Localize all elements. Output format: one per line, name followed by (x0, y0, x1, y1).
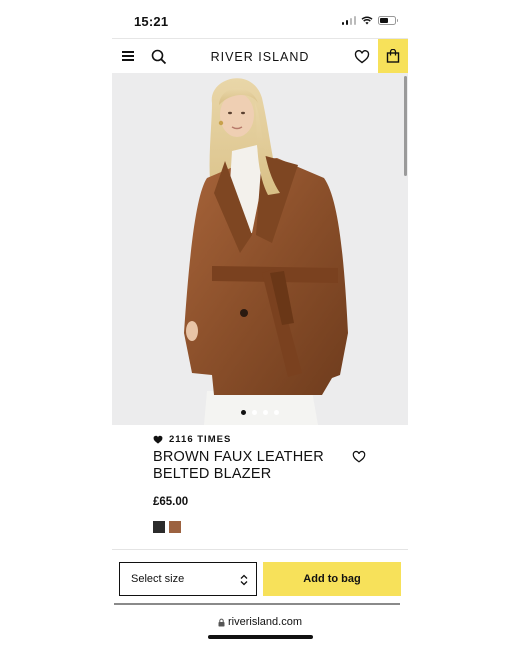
wifi-icon (361, 16, 373, 25)
battery-icon (378, 16, 398, 25)
status-time: 15:21 (134, 14, 169, 29)
bag-button[interactable] (378, 39, 408, 74)
product-title-line: BROWN FAUX LEATHER (153, 449, 324, 465)
shopping-bag-icon (386, 49, 400, 63)
size-select[interactable]: Select size (119, 562, 257, 596)
add-to-bag-button[interactable]: Add to bag (263, 562, 401, 596)
page-load-progress (114, 603, 400, 605)
product-title: BROWN FAUX LEATHER BELTED BLAZER (153, 449, 343, 483)
add-to-wishlist-heart-icon[interactable] (352, 450, 366, 464)
carousel-dot[interactable] (252, 410, 257, 415)
heart-filled-icon (153, 435, 163, 444)
status-icons (341, 16, 398, 25)
likes-row: 2116 TIMES (153, 434, 231, 445)
swatch-brown[interactable] (169, 521, 181, 533)
url-text: riverisland.com (228, 616, 302, 628)
likes-count: 2116 TIMES (169, 434, 232, 445)
up-down-chevron-icon (240, 574, 248, 586)
product-title-line: BELTED BLAZER (153, 466, 272, 482)
product-image[interactable] (112, 73, 408, 425)
scrollbar[interactable] (404, 76, 407, 176)
product-photo (112, 73, 408, 425)
home-indicator[interactable] (208, 635, 313, 639)
carousel-dot[interactable] (263, 410, 268, 415)
site-header: RIVER ISLAND (112, 38, 408, 74)
carousel-dot[interactable] (274, 410, 279, 415)
wishlist-heart-icon[interactable] (354, 49, 370, 65)
product-price: £65.00 (153, 496, 189, 508)
carousel-dot[interactable] (241, 410, 246, 415)
signal-icon (341, 16, 356, 25)
swatch-black[interactable] (153, 521, 165, 533)
phone-screen: 15:21 RIVER ISLAND 2116 TIMES BROWN FAUX… (112, 0, 408, 650)
status-bar: 15:21 (112, 0, 408, 38)
divider (112, 549, 408, 550)
color-swatches (153, 521, 181, 533)
browser-url-bar[interactable]: riverisland.com (112, 616, 408, 628)
carousel-dots (112, 410, 408, 415)
size-select-placeholder: Select size (131, 573, 185, 585)
lock-icon (218, 618, 225, 626)
